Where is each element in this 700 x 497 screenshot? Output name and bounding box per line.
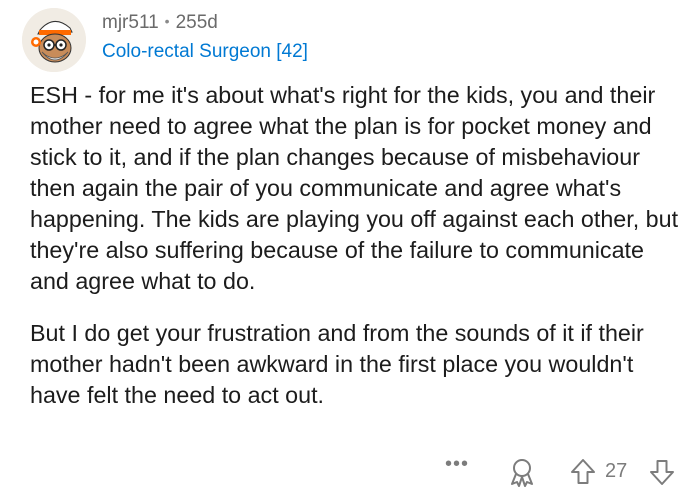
comment-age: 255d: [175, 12, 218, 33]
comment-meta: mjr511 • 255d: [102, 12, 218, 34]
avatar[interactable]: [22, 8, 86, 72]
snoo-avatar-icon: [22, 8, 86, 72]
downvote-button[interactable]: [648, 457, 676, 487]
meta-separator: •: [164, 13, 170, 29]
vote-score: 27: [605, 460, 628, 482]
upvote-arrow-icon: [571, 459, 595, 484]
comment-paragraph: But I do get your frustration and from t…: [30, 320, 644, 408]
comment-body: ESH - for me it's about what's right for…: [30, 80, 680, 432]
more-options-icon: •••: [445, 453, 470, 475]
more-options-button[interactable]: •••: [445, 453, 469, 476]
comment-paragraph: ESH - for me it's about what's right for…: [30, 82, 679, 294]
user-flair: Colo-rectal Surgeon [42]: [102, 41, 308, 62]
downvote-arrow-icon: [650, 460, 674, 485]
author-name[interactable]: mjr511: [102, 12, 159, 33]
award-icon: [511, 459, 533, 487]
award-button[interactable]: [508, 457, 536, 487]
upvote-button[interactable]: [569, 457, 597, 487]
